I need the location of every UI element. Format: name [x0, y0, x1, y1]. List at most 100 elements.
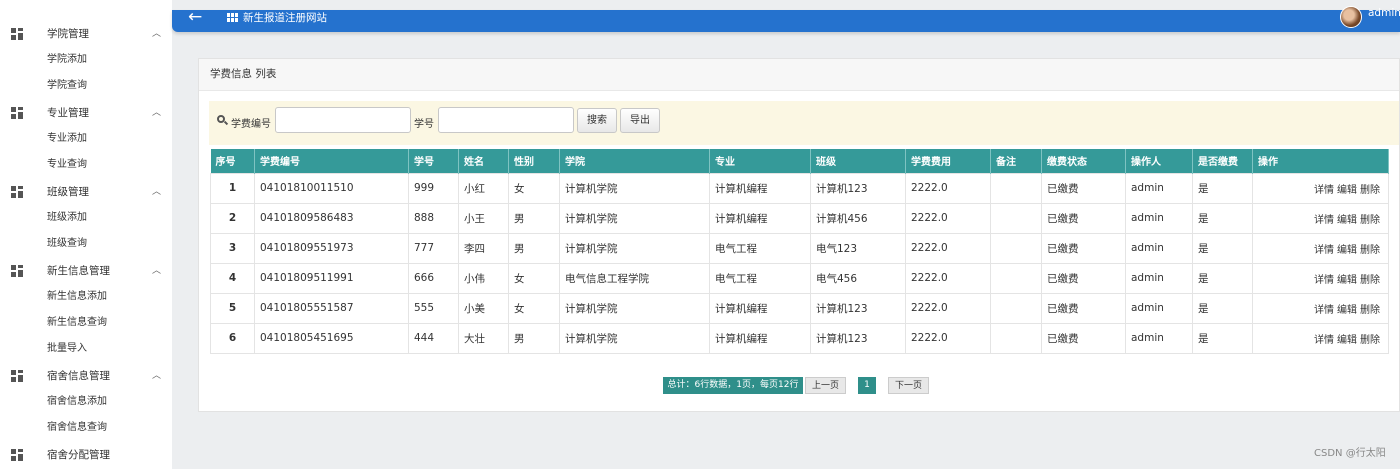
sidebar-group-title: 宿舍信息管理: [47, 370, 110, 382]
column-header: 操作人: [1125, 149, 1193, 173]
cell-actions: 详情 编辑 删除: [1252, 202, 1389, 234]
student-no-label: 学号: [414, 119, 434, 130]
panel-title: 学费信息 列表: [199, 59, 1399, 91]
edit-link[interactable]: 编辑: [1337, 215, 1357, 226]
cell-class: 电气456: [810, 262, 906, 294]
search-button[interactable]: 搜索: [577, 108, 617, 133]
sidebar-group-title: 专业管理: [47, 107, 89, 119]
watermark: CSDN @行太阳: [1314, 448, 1386, 459]
sidebar-item-dorm-query[interactable]: 宿舍信息查询: [0, 415, 172, 441]
cell-major: 计算机编程: [709, 322, 811, 354]
sidebar-item-class-query[interactable]: 班级查询: [0, 231, 172, 257]
cell-paid: 是: [1192, 262, 1253, 294]
cell-class: 计算机456: [810, 202, 906, 234]
sidebar-group-student[interactable]: 新生信息管理 ︿: [0, 257, 172, 284]
back-arrow-icon[interactable]: ←: [188, 7, 202, 27]
cell-college: 电气信息工程学院: [559, 262, 710, 294]
edit-link[interactable]: 编辑: [1337, 275, 1357, 286]
chevron-up-icon[interactable]: ︿: [152, 26, 161, 39]
detail-link[interactable]: 详情: [1314, 245, 1334, 256]
chevron-up-icon[interactable]: ︿: [152, 184, 161, 197]
cell-gender: 女: [508, 292, 560, 324]
page-number-button[interactable]: 1: [858, 377, 876, 394]
fee-no-input[interactable]: [275, 107, 411, 133]
delete-link[interactable]: 删除: [1360, 335, 1380, 346]
sidebar-item-student-query[interactable]: 新生信息查询: [0, 310, 172, 336]
fee-no-label: 学费编号: [231, 119, 271, 130]
edit-link[interactable]: 编辑: [1337, 185, 1357, 196]
delete-link[interactable]: 删除: [1360, 305, 1380, 316]
row-index: 6: [210, 322, 255, 354]
cell-fee-no: 04101810011510: [254, 172, 409, 204]
next-page-button[interactable]: 下一页: [888, 377, 929, 394]
cell-status: 已缴费: [1041, 202, 1126, 234]
cell-student-no: 666: [408, 262, 459, 294]
cell-class: 电气123: [810, 232, 906, 264]
cell-fee: 2222.0: [905, 172, 991, 204]
cell-remark: [990, 202, 1042, 234]
cell-fee: 2222.0: [905, 232, 991, 264]
cell-major: 计算机编程: [709, 172, 811, 204]
sidebar-group-major[interactable]: 专业管理 ︿: [0, 99, 172, 126]
avatar[interactable]: [1340, 6, 1362, 28]
sidebar-item-batch-import[interactable]: 批量导入: [0, 336, 172, 362]
sidebar-item-major-query[interactable]: 专业查询: [0, 152, 172, 178]
delete-link[interactable]: 删除: [1360, 245, 1380, 256]
cell-fee: 2222.0: [905, 202, 991, 234]
delete-link[interactable]: 删除: [1360, 185, 1380, 196]
cell-name: 小红: [458, 172, 509, 204]
sidebar-group-dorm[interactable]: 宿舍信息管理 ︿: [0, 362, 172, 389]
cell-class: 计算机123: [810, 292, 906, 324]
detail-link[interactable]: 详情: [1314, 185, 1334, 196]
sidebar-item-class-add[interactable]: 班级添加: [0, 205, 172, 231]
cell-paid: 是: [1192, 232, 1253, 264]
cell-gender: 男: [508, 322, 560, 354]
sidebar-item-college-query[interactable]: 学院查询: [0, 73, 172, 99]
top-navbar: ← 新生报道注册网站 admin: [172, 6, 1400, 32]
student-no-input[interactable]: [438, 107, 574, 133]
delete-link[interactable]: 删除: [1360, 275, 1380, 286]
chevron-up-icon[interactable]: ︿: [152, 105, 161, 118]
search-icon: [217, 115, 229, 126]
cell-name: 大壮: [458, 322, 509, 354]
table-row: 3 04101809551973 777 李四男计算机学院 电气工程 电气123 2222.…: [210, 232, 1389, 264]
cell-remark: [990, 232, 1042, 264]
column-header: 序号: [210, 149, 255, 173]
cell-remark: [990, 262, 1042, 294]
export-button[interactable]: 导出: [620, 108, 660, 133]
grid-icon: [11, 449, 23, 461]
detail-link[interactable]: 详情: [1314, 335, 1334, 346]
edit-link[interactable]: 编辑: [1337, 305, 1357, 316]
cell-college: 计算机学院: [559, 322, 710, 354]
cell-status: 已缴费: [1041, 262, 1126, 294]
column-header: 学费编号: [254, 149, 409, 173]
prev-page-button[interactable]: 上一页: [805, 377, 846, 394]
grid-icon: [11, 186, 23, 198]
chevron-up-icon[interactable]: ︿: [152, 263, 161, 276]
cell-remark: [990, 172, 1042, 204]
cell-operator: admin: [1125, 202, 1193, 234]
detail-link[interactable]: 详情: [1314, 305, 1334, 316]
chevron-up-icon[interactable]: ︿: [152, 368, 161, 381]
cell-remark: [990, 292, 1042, 324]
pagination-summary: 总计：6行数据，1页，每页12行: [663, 377, 803, 394]
cell-name: 小美: [458, 292, 509, 324]
sidebar-group-college[interactable]: 学院管理 ︿: [0, 20, 172, 47]
sidebar-item-major-add[interactable]: 专业添加: [0, 126, 172, 152]
cell-college: 计算机学院: [559, 292, 710, 324]
cell-operator: admin: [1125, 292, 1193, 324]
sidebar-item-college-add[interactable]: 学院添加: [0, 47, 172, 73]
detail-link[interactable]: 详情: [1314, 275, 1334, 286]
sidebar-group-title: 班级管理: [47, 186, 89, 198]
sidebar-group-dorm-assign[interactable]: 宿舍分配管理: [0, 441, 172, 468]
detail-link[interactable]: 详情: [1314, 215, 1334, 226]
delete-link[interactable]: 删除: [1360, 215, 1380, 226]
user-name[interactable]: admin: [1368, 7, 1400, 19]
sidebar-item-student-add[interactable]: 新生信息添加: [0, 284, 172, 310]
sidebar-group-class[interactable]: 班级管理 ︿: [0, 178, 172, 205]
sidebar-item-dorm-add[interactable]: 宿舍信息添加: [0, 389, 172, 415]
cell-college: 计算机学院: [559, 172, 710, 204]
cell-paid: 是: [1192, 292, 1253, 324]
edit-link[interactable]: 编辑: [1337, 335, 1357, 346]
edit-link[interactable]: 编辑: [1337, 245, 1357, 256]
